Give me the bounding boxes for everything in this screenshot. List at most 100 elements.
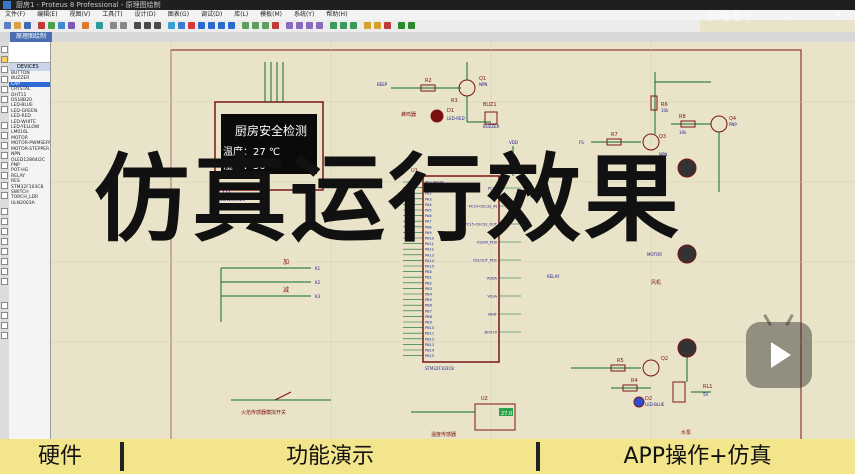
zoom-area-icon[interactable] <box>228 22 235 29</box>
terminal-mode-icon[interactable] <box>1 122 8 129</box>
proteus-app-icon <box>3 1 11 9</box>
button-sub-label: 减 <box>283 286 289 294</box>
video-close-icon[interactable]: ✕ <box>834 9 842 20</box>
block-copy-icon[interactable] <box>242 22 249 29</box>
temp-sensor <box>411 403 516 431</box>
rotate-clockwise-icon[interactable] <box>1 302 8 309</box>
zoom-in-icon[interactable] <box>198 22 205 29</box>
paste-icon[interactable] <box>154 22 161 29</box>
copy-icon[interactable] <box>144 22 151 29</box>
symbol-2d-icon[interactable] <box>1 268 8 275</box>
block-delete-icon[interactable] <box>272 22 279 29</box>
block-move-icon[interactable] <box>252 22 259 29</box>
cut-icon[interactable] <box>134 22 141 29</box>
q4-type: PNP <box>729 122 737 127</box>
remove-sheet-icon[interactable] <box>384 22 391 29</box>
mirror-x-icon[interactable] <box>1 322 8 329</box>
menu-system[interactable]: 系统(Y) <box>289 10 319 20</box>
line-2d-icon[interactable] <box>1 208 8 215</box>
new-sheet-icon[interactable] <box>374 22 381 29</box>
property-tool-icon[interactable] <box>350 22 357 29</box>
save-icon[interactable] <box>24 22 31 29</box>
marker-2d-icon[interactable] <box>1 278 8 285</box>
source-code-icon[interactable] <box>96 22 103 29</box>
menu-graph[interactable]: 图表(G) <box>163 10 194 20</box>
zoom-out-icon[interactable] <box>208 22 215 29</box>
menu-file[interactable]: 文件(F) <box>0 10 30 20</box>
subcircuit-icon[interactable] <box>1 106 8 113</box>
pin-mode-icon[interactable] <box>1 132 8 139</box>
new-file-icon[interactable] <box>4 22 11 29</box>
overlay-caption: 仿真运行效果 <box>94 145 683 255</box>
relay-net: RELAY <box>547 274 560 279</box>
home-icon[interactable] <box>38 22 45 29</box>
netlist-icon[interactable] <box>398 22 405 29</box>
device-list-item[interactable]: MOTOR-PWMSERVO <box>9 141 50 146</box>
menu-template[interactable]: 模板(M) <box>255 10 287 20</box>
redo-icon[interactable] <box>120 22 127 29</box>
device-list-item[interactable]: ULN2003A <box>9 201 50 206</box>
menu-view[interactable]: 视图(V) <box>64 10 95 20</box>
zoom-all-icon[interactable] <box>218 22 225 29</box>
pan-icon[interactable] <box>188 22 195 29</box>
chapter-hardware[interactable]: 硬件 <box>0 439 120 474</box>
bom-icon[interactable] <box>82 22 89 29</box>
menu-library[interactable]: 库(L) <box>229 10 253 20</box>
device-preview <box>9 42 50 63</box>
arc-2d-icon[interactable] <box>1 238 8 245</box>
search-tag-icon[interactable] <box>340 22 347 29</box>
rotate-anticlockwise-icon[interactable] <box>1 312 8 319</box>
chapter-app-simulation[interactable]: APP操作+仿真 <box>540 439 855 474</box>
d1-type: LED-RED <box>447 116 465 121</box>
box-2d-icon[interactable] <box>1 218 8 225</box>
play-button[interactable] <box>746 314 812 388</box>
electrical-rule-check-icon[interactable] <box>408 22 415 29</box>
design-explorer-icon[interactable] <box>364 22 371 29</box>
block-rotate-icon[interactable] <box>262 22 269 29</box>
decompose-icon[interactable] <box>316 22 323 29</box>
open-folder-icon[interactable] <box>14 22 21 29</box>
menu-design[interactable]: 设计(D) <box>129 10 160 20</box>
r8-value: 10k <box>679 130 687 135</box>
virtual-instrument-icon[interactable] <box>1 192 8 199</box>
graph-mode-icon[interactable] <box>1 142 8 149</box>
path-2d-icon[interactable] <box>1 248 8 255</box>
junction-dot-icon[interactable] <box>1 66 8 73</box>
packaging-icon[interactable] <box>306 22 313 29</box>
undo-icon[interactable] <box>110 22 117 29</box>
component-mode-icon[interactable] <box>1 56 8 63</box>
mirror-y-icon[interactable] <box>1 332 8 339</box>
circle-2d-icon[interactable] <box>1 228 8 235</box>
tab-schematic-capture[interactable]: 原理图绘制 <box>10 32 53 42</box>
grid-icon[interactable] <box>168 22 175 29</box>
mcu-pin-label: PB1 <box>425 276 432 280</box>
3d-view-icon[interactable] <box>68 22 75 29</box>
play-icon <box>771 342 791 368</box>
voltage-probe-icon[interactable] <box>1 172 8 179</box>
q2-ref: Q2 <box>661 356 668 362</box>
make-device-icon[interactable] <box>296 22 303 29</box>
text-script-icon[interactable] <box>1 86 8 93</box>
generator-mode-icon[interactable] <box>1 162 8 169</box>
pick-device-icon[interactable] <box>286 22 293 29</box>
schematic-icon[interactable] <box>48 22 55 29</box>
mcu-pin-label: PB5 <box>425 298 432 302</box>
mcu-pin-label: PB7 <box>425 309 432 313</box>
selection-mode-icon[interactable] <box>1 46 8 53</box>
current-probe-icon[interactable] <box>1 182 8 189</box>
text-2d-icon[interactable] <box>1 258 8 265</box>
chapter-function-demo[interactable]: 功能演示 <box>124 439 536 474</box>
video-control-icon[interactable]: ▢ <box>782 9 791 20</box>
menu-debug[interactable]: 调试(D) <box>196 10 227 20</box>
origin-icon[interactable] <box>178 22 185 29</box>
r2-ref: R2 <box>425 78 432 84</box>
wire-autoroute-icon[interactable] <box>330 22 337 29</box>
menu-edit[interactable]: 编辑(E) <box>32 10 62 20</box>
pcb-icon[interactable] <box>58 22 65 29</box>
wire-label-icon[interactable] <box>1 76 8 83</box>
menu-tools[interactable]: 工具(T) <box>97 10 127 20</box>
menu-help[interactable]: 帮助(H) <box>321 10 352 20</box>
device-list-header: DEVICES <box>9 63 50 71</box>
tape-recorder-icon[interactable] <box>1 152 8 159</box>
bus-icon[interactable] <box>1 96 8 103</box>
